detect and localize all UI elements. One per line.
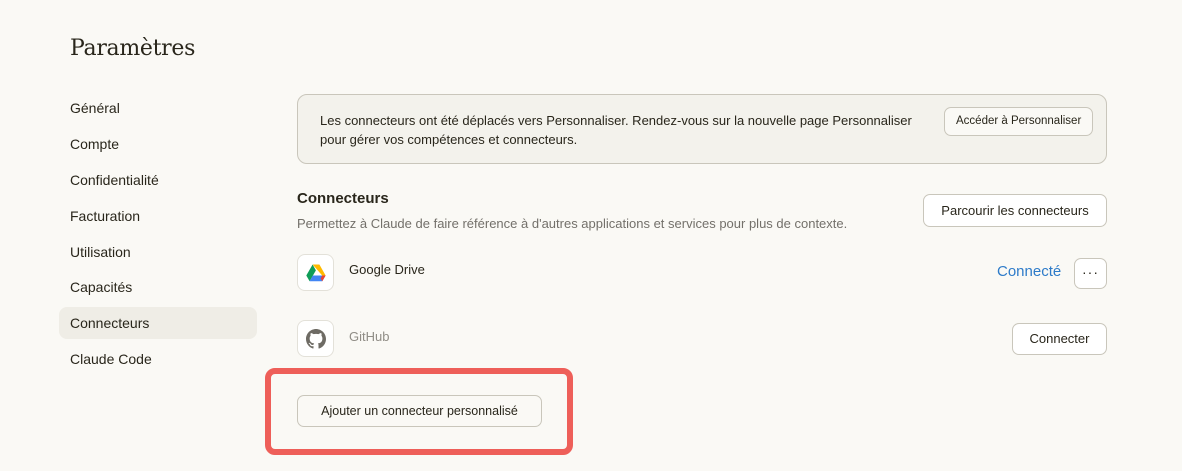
- github-icon: [297, 320, 334, 357]
- google-drive-icon: [297, 254, 334, 291]
- google-drive-logo: [305, 264, 326, 281]
- notice-line-1: Les connecteurs ont été déplacés vers Pe…: [320, 113, 912, 128]
- github-logo: [305, 328, 326, 349]
- sidebar-item-claude-code[interactable]: Claude Code: [59, 343, 257, 375]
- settings-sidebar: Général Compte Confidentialité Facturati…: [59, 92, 257, 379]
- go-to-customize-button[interactable]: Accéder à Personnaliser: [944, 107, 1094, 136]
- page-title: Paramètres: [70, 36, 196, 61]
- sidebar-item-capabilities[interactable]: Capacités: [59, 271, 257, 303]
- add-custom-connector-button[interactable]: Ajouter un connecteur personnalisé: [297, 395, 542, 427]
- connector-name-github: GitHub: [349, 329, 390, 344]
- sidebar-item-general[interactable]: Général: [59, 92, 257, 124]
- settings-page: Paramètres Général Compte Confidentialit…: [0, 0, 1182, 471]
- browse-connectors-button[interactable]: Parcourir les connecteurs: [923, 194, 1107, 227]
- connected-status-link[interactable]: Connecté: [997, 263, 1061, 280]
- sidebar-item-privacy[interactable]: Confidentialité: [59, 164, 257, 196]
- connect-github-button[interactable]: Connecter: [1012, 323, 1107, 355]
- sidebar-item-usage[interactable]: Utilisation: [59, 236, 257, 268]
- more-options-button[interactable]: ···: [1074, 258, 1107, 289]
- connectors-section-description: Permettez à Claude de faire référence à …: [297, 216, 848, 231]
- sidebar-item-account[interactable]: Compte: [59, 128, 257, 160]
- notice-text: Les connecteurs ont été déplacés vers Pe…: [320, 112, 930, 149]
- sidebar-item-billing[interactable]: Facturation: [59, 200, 257, 232]
- sidebar-item-connectors[interactable]: Connecteurs: [59, 307, 257, 340]
- notice-line-2: pour gérer vos compétences et connecteur…: [320, 131, 578, 147]
- connector-name-google-drive: Google Drive: [349, 262, 425, 277]
- moved-notice-banner: Les connecteurs ont été déplacés vers Pe…: [297, 94, 1107, 164]
- connectors-section-title: Connecteurs: [297, 190, 389, 207]
